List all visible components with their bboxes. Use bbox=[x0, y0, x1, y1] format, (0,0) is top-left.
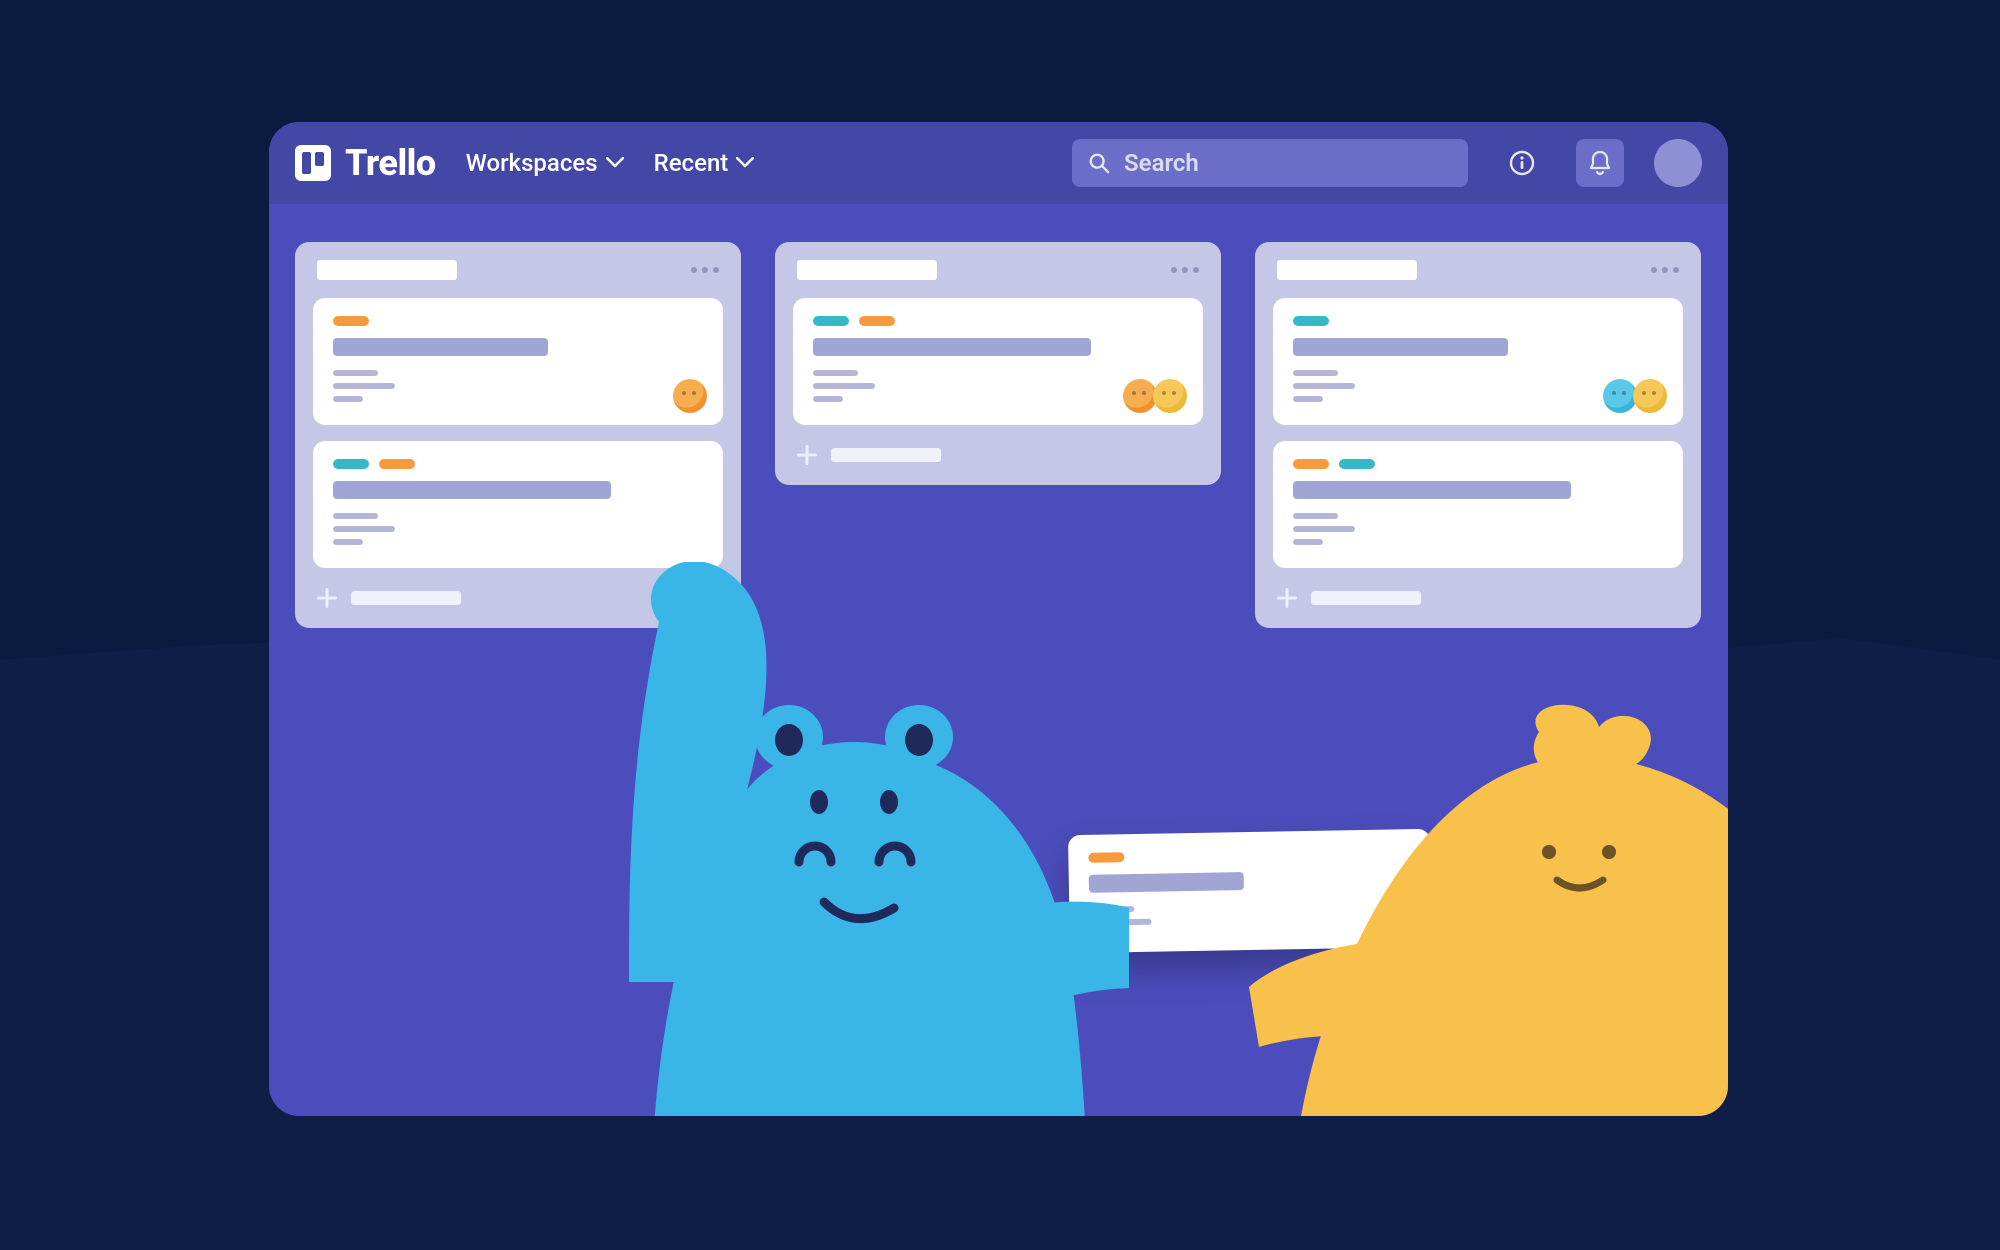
label-orange[interactable] bbox=[1293, 459, 1329, 469]
list bbox=[775, 242, 1221, 485]
card-members bbox=[677, 379, 707, 413]
plus-icon bbox=[317, 588, 337, 608]
logo-icon bbox=[295, 145, 331, 181]
list-menu-button[interactable] bbox=[1171, 267, 1199, 273]
plus-icon bbox=[797, 445, 817, 465]
label-orange[interactable] bbox=[379, 459, 415, 469]
card-title bbox=[813, 338, 1091, 356]
chevron-down-icon bbox=[606, 157, 624, 169]
list-header bbox=[793, 260, 1203, 282]
chevron-down-icon bbox=[736, 157, 754, 169]
list-title[interactable] bbox=[317, 260, 457, 280]
logo[interactable]: Trello bbox=[295, 142, 436, 184]
member-avatar[interactable] bbox=[1123, 379, 1157, 413]
member-avatar[interactable] bbox=[673, 379, 707, 413]
list bbox=[1255, 242, 1701, 628]
label-teal[interactable] bbox=[333, 459, 369, 469]
search-icon bbox=[1088, 152, 1110, 174]
card-labels bbox=[1293, 459, 1663, 469]
nav-workspaces-label: Workspaces bbox=[466, 149, 598, 177]
search-input[interactable]: Search bbox=[1072, 139, 1468, 187]
card-title bbox=[1293, 338, 1508, 356]
card-labels bbox=[813, 316, 1183, 326]
card[interactable] bbox=[1273, 298, 1683, 425]
label-teal[interactable] bbox=[1339, 459, 1375, 469]
label-orange[interactable] bbox=[859, 316, 895, 326]
card-title bbox=[333, 481, 611, 499]
add-card-label bbox=[1311, 591, 1421, 605]
card-meta bbox=[333, 370, 703, 402]
add-card-label bbox=[351, 591, 461, 605]
member-avatar[interactable] bbox=[1633, 379, 1667, 413]
nav: Workspaces Recent bbox=[466, 149, 755, 177]
card-meta bbox=[333, 513, 703, 545]
card[interactable] bbox=[313, 441, 723, 568]
add-card-label bbox=[831, 448, 941, 462]
card-meta bbox=[1293, 513, 1663, 545]
list-title[interactable] bbox=[797, 260, 937, 280]
member-avatar[interactable] bbox=[1603, 379, 1637, 413]
card-title bbox=[1293, 481, 1571, 499]
character-hippo bbox=[569, 562, 1129, 1116]
card-members bbox=[1607, 379, 1667, 413]
nav-workspaces[interactable]: Workspaces bbox=[466, 149, 624, 177]
top-bar: Trello Workspaces Recent Search bbox=[269, 122, 1728, 204]
list-header bbox=[313, 260, 723, 282]
card-title bbox=[333, 338, 548, 356]
list-header bbox=[1273, 260, 1683, 282]
card[interactable] bbox=[793, 298, 1203, 425]
search-placeholder: Search bbox=[1124, 149, 1199, 177]
card-members bbox=[1127, 379, 1187, 413]
notifications-button[interactable] bbox=[1576, 139, 1624, 187]
card-labels bbox=[333, 316, 703, 326]
character-blob bbox=[1249, 702, 1728, 1116]
list-menu-button[interactable] bbox=[691, 267, 719, 273]
plus-icon bbox=[1277, 588, 1297, 608]
info-icon bbox=[1508, 149, 1536, 177]
card-labels bbox=[333, 459, 703, 469]
bell-icon bbox=[1588, 150, 1612, 176]
member-avatar[interactable] bbox=[1153, 379, 1187, 413]
card[interactable] bbox=[1273, 441, 1683, 568]
app-window: Trello Workspaces Recent Search bbox=[269, 122, 1728, 1116]
card-labels bbox=[1293, 316, 1663, 326]
info-button[interactable] bbox=[1498, 139, 1546, 187]
add-card-button[interactable] bbox=[1273, 584, 1683, 608]
list-menu-button[interactable] bbox=[1651, 267, 1679, 273]
label-orange[interactable] bbox=[333, 316, 369, 326]
nav-recent-label: Recent bbox=[654, 149, 729, 177]
list-title[interactable] bbox=[1277, 260, 1417, 280]
add-card-button[interactable] bbox=[793, 441, 1203, 465]
label-teal[interactable] bbox=[1293, 316, 1329, 326]
logo-text: Trello bbox=[345, 142, 436, 184]
label-teal[interactable] bbox=[813, 316, 849, 326]
user-avatar[interactable] bbox=[1654, 139, 1702, 187]
nav-recent[interactable]: Recent bbox=[654, 149, 755, 177]
card[interactable] bbox=[313, 298, 723, 425]
